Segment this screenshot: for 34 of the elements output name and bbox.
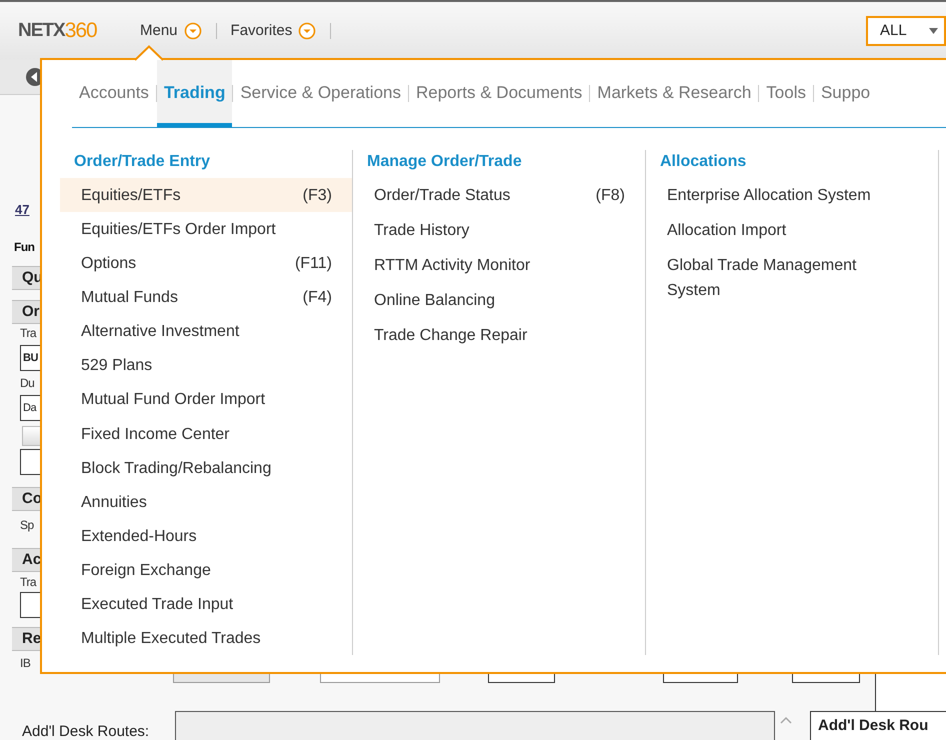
desk-routes-button[interactable]: Add'l Desk Rou	[810, 711, 946, 740]
column-heading: Allocations	[659, 152, 748, 172]
menu-tab[interactable]: Suppo	[814, 60, 878, 127]
menu-tab[interactable]: Tools	[759, 60, 813, 127]
menu-tab[interactable]: Service & Operations	[233, 60, 408, 127]
section-header[interactable]: Re	[12, 627, 40, 651]
menu-tab[interactable]: Accounts	[72, 60, 156, 127]
desk-routes-field[interactable]	[175, 711, 775, 740]
menu-tab[interactable]: Markets & Research	[590, 60, 758, 127]
field-label: Add'l Desk Routes:	[22, 722, 150, 740]
field-label: Fun	[14, 239, 34, 256]
section-header[interactable]: Ac	[12, 548, 40, 572]
field-label: Sp	[20, 517, 34, 534]
input-field[interactable]: BU	[20, 345, 40, 371]
field-label: Tra	[20, 325, 36, 342]
account-link[interactable]: 47	[15, 200, 40, 220]
field-label: Tra	[20, 574, 36, 591]
nav-menu-button[interactable]: Menu	[140, 20, 202, 42]
field-label: IB	[20, 655, 30, 672]
scope-select[interactable]: ALL	[866, 16, 946, 46]
chevron-down-icon	[184, 22, 202, 40]
menu-item[interactable]: Equities/ETFs (F3)	[60, 178, 352, 212]
input-field[interactable]	[20, 592, 40, 618]
field-label: Du	[20, 375, 34, 392]
menu-tab[interactable]: Reports & Documents	[408, 60, 590, 127]
dropdown-caret-icon	[928, 28, 938, 34]
input-field[interactable]	[20, 449, 40, 475]
chevron-down-icon	[298, 22, 316, 40]
column-heading: Order/Trade Entry	[73, 152, 212, 172]
column-heading: Manage Order/Trade	[366, 152, 523, 172]
section-header[interactable]: Or	[12, 300, 40, 324]
input-field[interactable]: Da	[20, 395, 40, 421]
nav-menu-button[interactable]: Favorites	[230, 20, 316, 42]
netx360-logo: NETX360	[18, 18, 98, 44]
